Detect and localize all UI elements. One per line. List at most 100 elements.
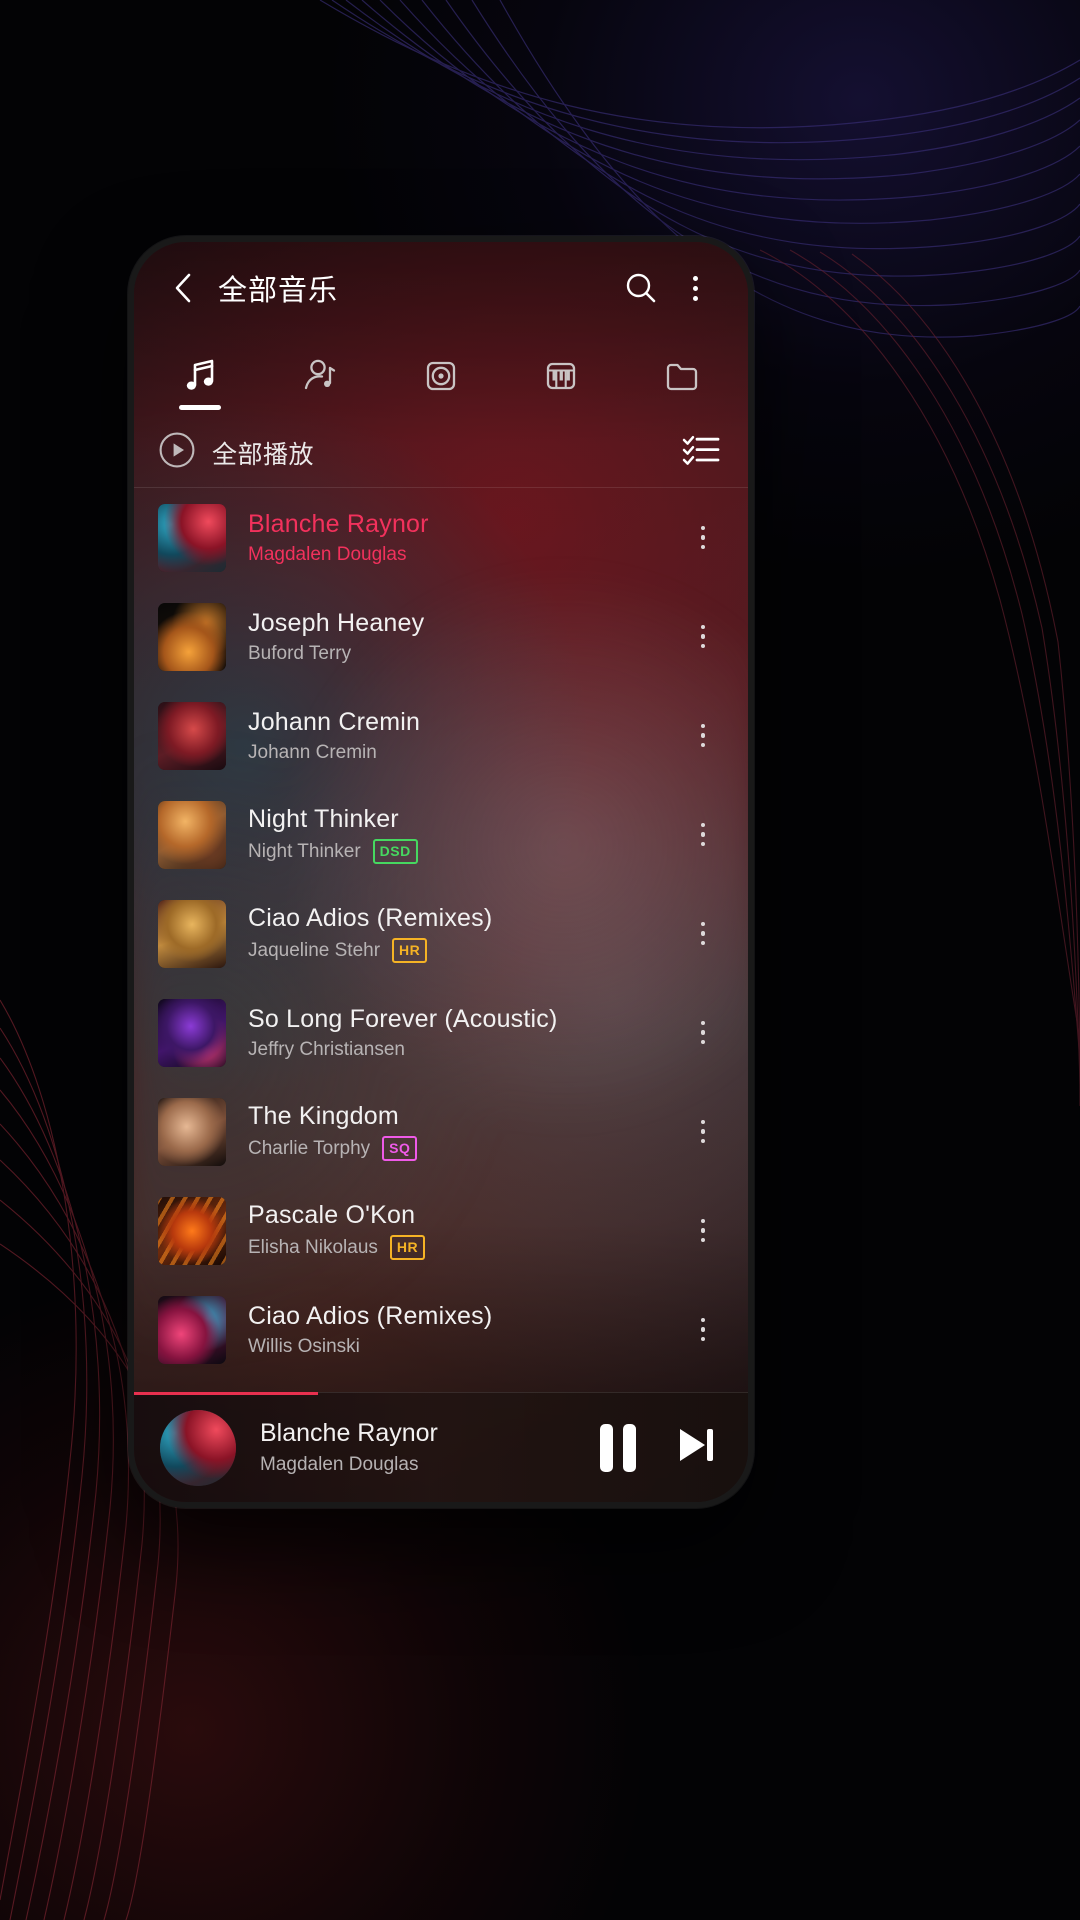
- song-title: Ciao Adios (Remixes): [248, 904, 493, 932]
- mini-player-artwork[interactable]: [160, 1409, 236, 1486]
- tab-songs[interactable]: [140, 334, 260, 418]
- more-vertical-icon[interactable]: [668, 261, 722, 315]
- song-subtitle: Night Thinker DSD: [248, 839, 680, 864]
- play-all-label: 全部播放: [212, 440, 315, 469]
- song-artist: Elisha Nikolaus: [248, 1236, 378, 1258]
- search-icon[interactable]: [614, 261, 668, 315]
- song-title: Ciao Adios (Remixes): [248, 1301, 493, 1330]
- song-title: Johann Cremin: [248, 707, 421, 736]
- play-all-row[interactable]: 全部播放: [134, 418, 748, 488]
- song-overflow-icon[interactable]: [680, 607, 726, 667]
- overflow-dots: [700, 525, 706, 550]
- song-subtitle: Jeffry Christiansen: [248, 1039, 680, 1061]
- song-text-block: Night Thinker Night Thinker DSD: [248, 805, 680, 864]
- quality-badge-hr: HR: [389, 1235, 426, 1260]
- song-overflow-icon[interactable]: [680, 1300, 726, 1360]
- overflow-dots: [700, 1218, 706, 1243]
- song-artist: Night Thinker: [248, 840, 361, 862]
- overflow-dots: [700, 723, 706, 748]
- song-row[interactable]: So Long Forever (Acoustic) Jeffry Christi…: [134, 983, 748, 1082]
- phone-screen: 全部音乐 全部播放 Blanche Raynor Magdalen Dougla…: [134, 242, 748, 1502]
- song-overflow-icon[interactable]: [680, 904, 726, 964]
- mini-player-title: Blanche Raynor: [260, 1419, 438, 1447]
- song-title: Night Thinker: [248, 805, 399, 833]
- tab-genres[interactable]: [501, 334, 621, 418]
- library-tab-bar: [134, 334, 748, 418]
- song-overflow-icon[interactable]: [680, 1201, 726, 1261]
- song-artist: Jaqueline Stehr: [248, 939, 381, 961]
- tab-artists[interactable]: [260, 334, 380, 418]
- song-text-block: So Long Forever (Acoustic) Jeffry Christi…: [248, 1005, 680, 1061]
- song-subtitle: Johann Cremin: [248, 742, 680, 764]
- song-row[interactable]: The Kingdom Charlie Torphy SQ: [134, 1082, 748, 1181]
- tab-folders[interactable]: [622, 334, 742, 418]
- pause-icon[interactable]: [600, 1423, 636, 1472]
- song-artwork: [158, 602, 226, 671]
- playback-progress-bar[interactable]: [134, 1392, 319, 1395]
- tab-albums[interactable]: [381, 334, 501, 418]
- song-row[interactable]: Pascale O'Kon Elisha Nikolaus HR: [134, 1181, 748, 1280]
- song-overflow-icon[interactable]: [680, 508, 726, 568]
- song-text-block: Ciao Adios (Remixes) Jaqueline Stehr HR: [248, 904, 680, 963]
- music-note-icon: [187, 359, 214, 390]
- song-subtitle: Willis Osinski: [248, 1336, 680, 1358]
- overflow-dots: [700, 921, 706, 946]
- song-subtitle: Charlie Torphy SQ: [248, 1136, 680, 1161]
- tab-active-indicator: [179, 405, 222, 410]
- overflow-dots: [700, 624, 706, 649]
- song-row[interactable]: Joseph Heaney Buford Terry: [134, 587, 748, 686]
- quality-badge-hr: HR: [392, 938, 428, 963]
- top-app-bar: 全部音乐: [134, 242, 748, 334]
- song-title: Pascale O'Kon: [248, 1201, 416, 1229]
- song-overflow-icon[interactable]: [680, 706, 726, 766]
- song-subtitle: Magdalen Douglas: [248, 544, 680, 566]
- song-row[interactable]: Blanche Raynor Magdalen Douglas: [134, 488, 748, 587]
- folder-icon: [666, 363, 697, 391]
- song-subtitle: Buford Terry: [248, 643, 680, 665]
- song-row[interactable]: Night Thinker Night Thinker DSD: [134, 785, 748, 884]
- song-artist: Buford Terry: [248, 642, 352, 664]
- album-disc-icon: [426, 361, 456, 391]
- song-row[interactable]: Johann Cremin Johann Cremin: [134, 686, 748, 785]
- song-row[interactable]: Ciao Adios (Remixes) Jaqueline Stehr HR: [134, 884, 748, 983]
- song-subtitle: Jaqueline Stehr HR: [248, 938, 680, 963]
- overflow-dots: [700, 1317, 706, 1342]
- song-text-block: Joseph Heaney Buford Terry: [248, 609, 680, 665]
- overflow-dots: [700, 1119, 706, 1144]
- song-overflow-icon[interactable]: [680, 1003, 726, 1063]
- page-title: 全部音乐: [218, 275, 339, 307]
- back-button[interactable]: [156, 261, 210, 315]
- song-text-block: Ciao Adios (Remixes) Willis Osinski: [248, 1302, 680, 1358]
- song-artwork: [158, 1196, 226, 1265]
- checklist-icon[interactable]: [682, 433, 720, 472]
- song-title: The Kingdom: [248, 1102, 399, 1130]
- quality-badge-dsd: DSD: [372, 839, 418, 864]
- song-title: So Long Forever (Acoustic): [248, 1004, 558, 1033]
- song-list[interactable]: Blanche Raynor Magdalen Douglas Joseph Hea…: [134, 488, 748, 1392]
- song-text-block: Blanche Raynor Magdalen Douglas: [248, 510, 680, 566]
- play-circle-icon[interactable]: [158, 431, 196, 474]
- song-text-block: The Kingdom Charlie Torphy SQ: [248, 1102, 680, 1161]
- mini-player[interactable]: Blanche Raynor Magdalen Douglas: [134, 1392, 748, 1502]
- phone-device-frame: 全部音乐 全部播放 Blanche Raynor Magdalen Dougla…: [128, 236, 754, 1508]
- song-artist: Jeffry Christiansen: [248, 1038, 405, 1060]
- song-overflow-icon[interactable]: [680, 1102, 726, 1162]
- song-artwork: [158, 899, 226, 968]
- song-artwork: [158, 998, 226, 1067]
- overflow-dots: [700, 822, 706, 847]
- skip-next-icon[interactable]: [670, 1420, 720, 1475]
- song-artwork: [158, 1295, 226, 1364]
- quality-badge-sq: SQ: [382, 1136, 418, 1161]
- song-row[interactable]: Ciao Adios (Remixes) Willis Osinski: [134, 1280, 748, 1379]
- song-subtitle: Elisha Nikolaus HR: [248, 1235, 680, 1260]
- mini-player-artist: Magdalen Douglas: [260, 1454, 419, 1475]
- piano-keys-icon: [547, 362, 576, 390]
- song-artist: Johann Cremin: [248, 741, 377, 763]
- song-title: Joseph Heaney: [248, 608, 425, 637]
- overflow-dots: [692, 275, 698, 301]
- artist-icon: [304, 359, 335, 390]
- song-overflow-icon[interactable]: [680, 805, 726, 865]
- song-artwork: [158, 1097, 226, 1166]
- overflow-dots: [700, 1020, 706, 1045]
- song-artist: Magdalen Douglas: [248, 543, 407, 565]
